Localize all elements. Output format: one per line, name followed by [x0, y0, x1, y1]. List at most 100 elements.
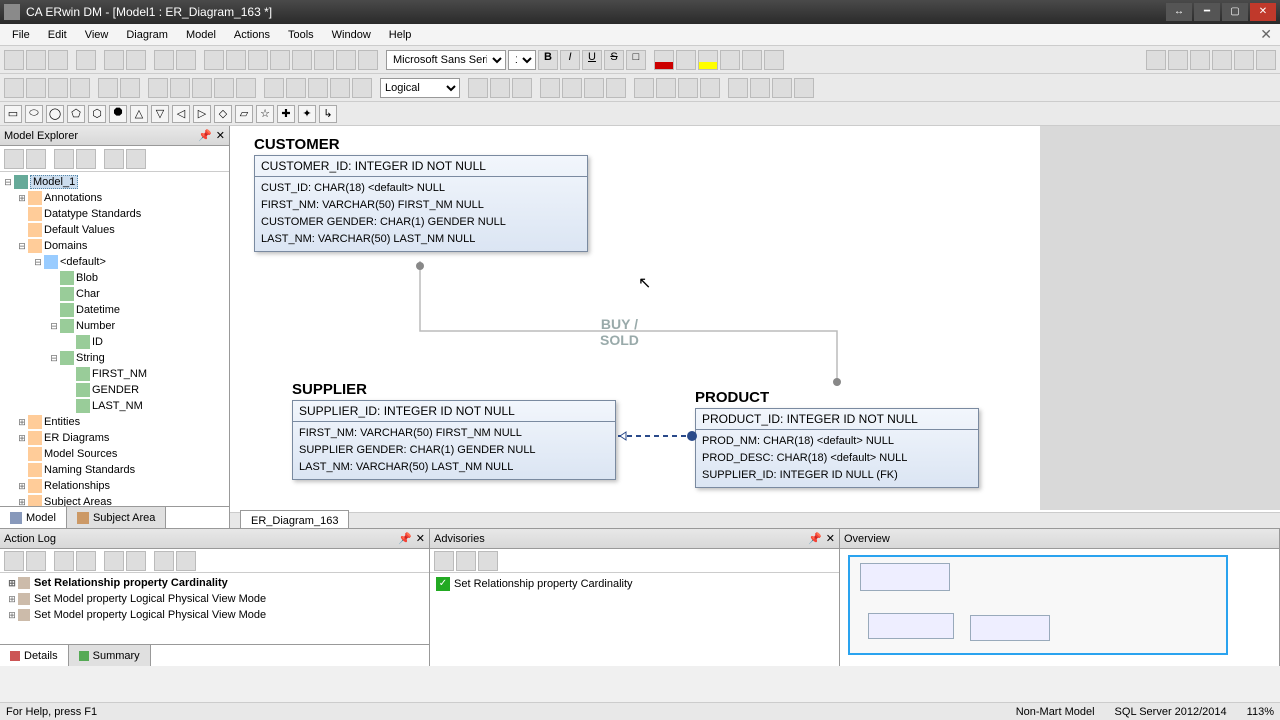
- tb2-icon-22[interactable]: [512, 78, 532, 98]
- align-right-icon[interactable]: [1190, 50, 1210, 70]
- parallelogram-shape-icon[interactable]: ▱: [235, 105, 253, 123]
- tree-datatype[interactable]: Datatype Standards: [44, 208, 141, 220]
- tree-domains[interactable]: Domains: [44, 240, 87, 252]
- roundrect-shape-icon[interactable]: ⬭: [25, 105, 43, 123]
- tree-naming[interactable]: Naming Standards: [44, 464, 135, 476]
- tree-defaults[interactable]: Default Values: [44, 224, 115, 236]
- hexagon-shape-icon[interactable]: ⬡: [88, 105, 106, 123]
- tb2-icon-12[interactable]: [308, 78, 328, 98]
- connector-shape-icon[interactable]: ↳: [319, 105, 337, 123]
- exp-tb-4[interactable]: [76, 149, 96, 169]
- tb2-icon-33[interactable]: [772, 78, 792, 98]
- align-left-icon[interactable]: [1146, 50, 1166, 70]
- tab-subject-area[interactable]: Subject Area: [67, 507, 166, 528]
- ellipse-shape-icon[interactable]: ◯: [46, 105, 64, 123]
- status-zoom[interactable]: 113%: [1247, 706, 1274, 718]
- zoom-100-icon[interactable]: [214, 78, 234, 98]
- diamond-shape-icon[interactable]: ◇: [214, 105, 232, 123]
- tb2-icon-11[interactable]: [286, 78, 306, 98]
- menu-file[interactable]: File: [4, 26, 38, 44]
- font-color-icon[interactable]: [654, 50, 674, 70]
- diagram-canvas[interactable]: CUSTOMER CUSTOMER_ID: INTEGER ID NOT NUL…: [230, 126, 1280, 510]
- tb2-icon-25[interactable]: [584, 78, 604, 98]
- pin-icon[interactable]: 📌: [808, 532, 822, 545]
- menu-diagram[interactable]: Diagram: [118, 26, 176, 44]
- entity-icon[interactable]: [226, 50, 246, 70]
- advisory-item[interactable]: Set Relationship property Cardinality: [454, 578, 633, 590]
- minimize-button[interactable]: ━: [1194, 3, 1220, 21]
- action-log-list[interactable]: ⊞Set Relationship property Cardinality ⊞…: [0, 573, 429, 644]
- entity-customer[interactable]: CUSTOMER CUSTOMER_ID: INTEGER ID NOT NUL…: [254, 136, 588, 252]
- tb2-icon-23[interactable]: [540, 78, 560, 98]
- diagram-tab[interactable]: ER_Diagram_163: [240, 510, 349, 528]
- pin-icon[interactable]: 📌: [398, 532, 412, 545]
- tree-default-domain[interactable]: <default>: [60, 256, 106, 268]
- redo-icon[interactable]: [176, 50, 196, 70]
- log-item[interactable]: Set Relationship property Cardinality: [34, 577, 228, 589]
- replace-icon[interactable]: [126, 50, 146, 70]
- zoom-fit-icon[interactable]: [192, 78, 212, 98]
- al-tb-7[interactable]: [154, 551, 174, 571]
- list-icon[interactable]: [742, 50, 762, 70]
- al-tb-5[interactable]: [104, 551, 124, 571]
- tb2-icon-34[interactable]: [794, 78, 814, 98]
- arrows-icon[interactable]: ↔: [1166, 3, 1192, 21]
- tb2-icon-1[interactable]: [4, 78, 24, 98]
- tb2-icon-20[interactable]: [468, 78, 488, 98]
- menu-view[interactable]: View: [77, 26, 117, 44]
- adv-tb-3[interactable]: [478, 551, 498, 571]
- tree-string[interactable]: String: [76, 352, 105, 364]
- tb2-icon-6[interactable]: [120, 78, 140, 98]
- identifying-rel-icon[interactable]: [270, 50, 290, 70]
- zoom-in-icon[interactable]: [148, 78, 168, 98]
- align-top-icon[interactable]: [1212, 50, 1232, 70]
- advisories-list[interactable]: ✓Set Relationship property Cardinality: [430, 573, 839, 666]
- boxed-button[interactable]: □: [626, 50, 646, 70]
- tb2-icon-3[interactable]: [48, 78, 68, 98]
- view-icon[interactable]: [248, 50, 268, 70]
- overview-viewport[interactable]: [848, 555, 1228, 655]
- highlight-icon[interactable]: [358, 50, 378, 70]
- overview-canvas[interactable]: [840, 549, 1279, 666]
- tb2-icon-26[interactable]: [606, 78, 626, 98]
- tb2-icon-10[interactable]: [264, 78, 284, 98]
- exp-tb-5[interactable]: [104, 149, 124, 169]
- star-shape-icon[interactable]: ☆: [256, 105, 274, 123]
- al-tb-2[interactable]: [26, 551, 46, 571]
- tree-rels[interactable]: Relationships: [44, 480, 110, 492]
- al-tb-1[interactable]: [4, 551, 24, 571]
- tree-erdiag[interactable]: ER Diagrams: [44, 432, 109, 444]
- select-icon[interactable]: [204, 50, 224, 70]
- tb2-icon-27[interactable]: [634, 78, 654, 98]
- burst-shape-icon[interactable]: ✦: [298, 105, 316, 123]
- exp-tb-1[interactable]: [4, 149, 24, 169]
- menu-window[interactable]: Window: [324, 26, 379, 44]
- menu-actions[interactable]: Actions: [226, 26, 278, 44]
- outdent-icon[interactable]: [764, 50, 784, 70]
- rect-shape-icon[interactable]: ▭: [4, 105, 22, 123]
- strike-button[interactable]: S: [604, 50, 624, 70]
- triangleleft-shape-icon[interactable]: ◁: [172, 105, 190, 123]
- view-mode-select[interactable]: Logical: [380, 78, 460, 98]
- menu-edit[interactable]: Edit: [40, 26, 75, 44]
- entity-product[interactable]: PRODUCT PRODUCT_ID: INTEGER ID NOT NULL …: [695, 389, 979, 488]
- tree-entities[interactable]: Entities: [44, 416, 80, 428]
- undo-icon[interactable]: [154, 50, 174, 70]
- menu-help[interactable]: Help: [381, 26, 420, 44]
- tree-sources[interactable]: Model Sources: [44, 448, 117, 460]
- tree-last[interactable]: LAST_NM: [92, 400, 143, 412]
- subtype-icon[interactable]: [314, 50, 334, 70]
- align-bottom-icon[interactable]: [1256, 50, 1276, 70]
- panel-close-icon[interactable]: ✕: [416, 532, 425, 545]
- annotation-icon[interactable]: [336, 50, 356, 70]
- relationship-label[interactable]: BUY / SOLD: [600, 316, 639, 348]
- triangleright-shape-icon[interactable]: ▷: [193, 105, 211, 123]
- new-icon[interactable]: [4, 50, 24, 70]
- tb2-icon-13[interactable]: [330, 78, 350, 98]
- triangledown-shape-icon[interactable]: ▽: [151, 105, 169, 123]
- al-tb-8[interactable]: [176, 551, 196, 571]
- al-tb-3[interactable]: [54, 551, 74, 571]
- align-middle-icon[interactable]: [1234, 50, 1254, 70]
- tree-root[interactable]: Model_1: [30, 175, 78, 189]
- tab-summary[interactable]: Summary: [69, 645, 151, 666]
